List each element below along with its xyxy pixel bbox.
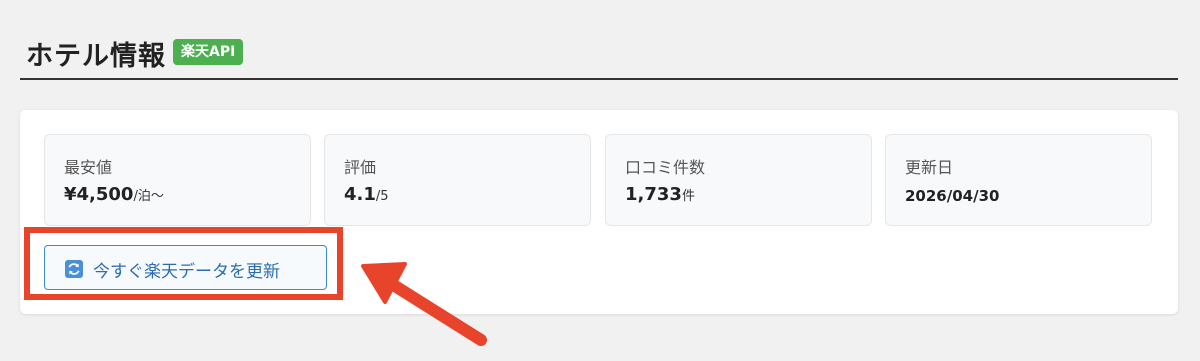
section-header: ホテル情報 楽天API: [20, 30, 1178, 80]
stat-label: 最安値: [64, 158, 113, 177]
stat-unit: /5: [375, 189, 389, 204]
stat-value: 4.1/5: [344, 184, 389, 205]
stat-number: 2026/04/30: [905, 187, 1000, 205]
stat-value: 1,733件: [625, 184, 695, 205]
source-badge: 楽天API: [173, 39, 244, 65]
stat-card-updated-date: 更新日 2026/04/30: [885, 134, 1152, 226]
stat-card-rating: 評価 4.1/5: [324, 134, 591, 226]
stat-label: 評価: [344, 158, 377, 177]
stat-card-review-count: 口コミ件数 1,733件: [605, 134, 872, 226]
stat-card-lowest-price: 最安値 ¥4,500/泊〜: [44, 134, 311, 226]
refresh-icon: [65, 260, 83, 278]
stat-unit: 件: [681, 189, 695, 204]
section-title: ホテル情報: [26, 41, 166, 72]
stat-label: 更新日: [905, 158, 954, 177]
stat-value: ¥4,500/泊〜: [64, 184, 164, 205]
annotation-arrow: [361, 262, 487, 346]
stat-unit: /泊〜: [133, 189, 164, 204]
stat-value: 2026/04/30: [905, 187, 999, 205]
stat-label: 口コミ件数: [625, 158, 706, 177]
stat-number: 4.1: [344, 184, 376, 205]
refresh-rakuten-data-button[interactable]: 今すぐ楽天データを更新: [44, 245, 327, 290]
stat-number: 1,733: [625, 184, 682, 205]
stat-number: ¥4,500: [64, 184, 134, 205]
refresh-button-label: 今すぐ楽天データを更新: [93, 262, 280, 282]
